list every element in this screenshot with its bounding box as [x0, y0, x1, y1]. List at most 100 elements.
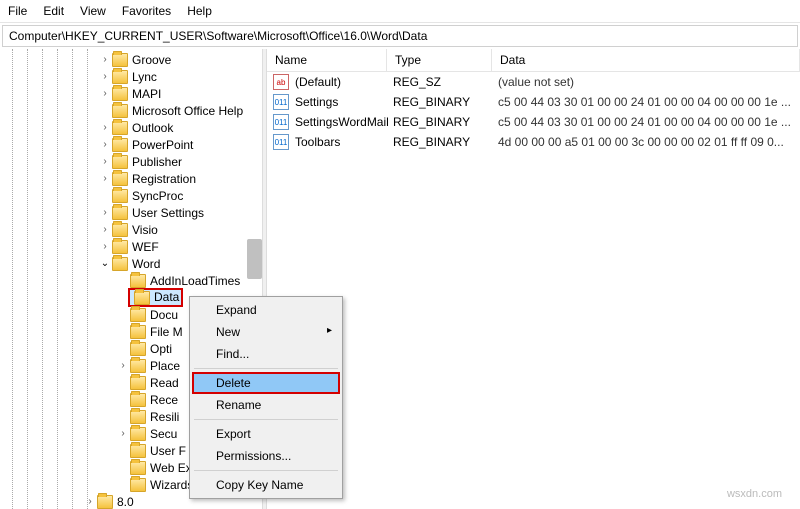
col-name[interactable]: Name — [267, 49, 387, 71]
tree-item-lync[interactable]: › Lync — [0, 68, 262, 85]
folder-icon — [112, 104, 128, 118]
folder-icon — [112, 155, 128, 169]
tree-label: Secu — [150, 427, 177, 441]
ctx-export[interactable]: Export — [192, 423, 340, 445]
tree-label: Resili — [150, 410, 179, 424]
tree-item-word[interactable]: ⌄ Word — [0, 255, 262, 272]
tree-label: Word — [132, 257, 160, 271]
folder-icon — [130, 444, 146, 458]
main-area: › Groove › Lync › MAPI Microsoft Office Hel… — [0, 49, 800, 509]
folder-icon — [130, 410, 146, 424]
tree-label: File M — [150, 325, 183, 339]
chevron-right-icon[interactable]: › — [118, 428, 128, 439]
chevron-right-icon[interactable]: › — [100, 71, 110, 82]
chevron-right-icon[interactable]: › — [100, 54, 110, 65]
folder-icon — [112, 240, 128, 254]
folder-icon — [112, 257, 128, 271]
chevron-right-icon[interactable]: › — [85, 496, 95, 507]
tree-item-publisher[interactable]: ›Publisher — [0, 153, 262, 170]
tree-label: Place — [150, 359, 180, 373]
folder-icon — [130, 274, 146, 288]
list-row[interactable]: 011SettingsREG_BINARYc5 00 44 03 30 01 0… — [267, 92, 800, 112]
ctx-delete[interactable]: Delete — [192, 372, 340, 394]
chevron-right-icon[interactable]: › — [100, 241, 110, 252]
col-data[interactable]: Data — [492, 49, 800, 71]
value-name: Settings — [295, 95, 393, 109]
tree-item-registration[interactable]: › Registration — [0, 170, 262, 187]
menu-favorites[interactable]: Favorites — [122, 4, 171, 18]
scrollbar-thumb[interactable] — [247, 239, 262, 279]
value-name: Toolbars — [295, 135, 393, 149]
tree-label: Groove — [132, 53, 171, 67]
folder-icon — [112, 87, 128, 101]
folder-icon — [112, 138, 128, 152]
separator — [194, 470, 338, 471]
tree-label: MAPI — [132, 87, 161, 101]
tree-item-groove[interactable]: › Groove — [0, 51, 262, 68]
ctx-copy-key-name[interactable]: Copy Key Name — [192, 474, 340, 496]
folder-icon — [112, 206, 128, 220]
tree-label-selected: Data — [154, 290, 179, 304]
tree-label: Opti — [150, 342, 172, 356]
ctx-new[interactable]: New▸ — [192, 321, 340, 343]
tree-item-powerpoint[interactable]: ›PowerPoint — [0, 136, 262, 153]
binary-value-icon: 011 — [273, 134, 289, 150]
menu-edit[interactable]: Edit — [43, 4, 64, 18]
chevron-right-icon[interactable]: › — [100, 156, 110, 167]
value-name: SettingsWordMail — [295, 115, 393, 129]
chevron-down-icon[interactable]: ⌄ — [100, 258, 110, 269]
tree-label: Lync — [132, 70, 157, 84]
folder-icon — [130, 393, 146, 407]
chevron-right-icon[interactable]: › — [100, 173, 110, 184]
ctx-expand[interactable]: Expand — [192, 299, 340, 321]
address-bar[interactable]: Computer\HKEY_CURRENT_USER\Software\Micr… — [2, 25, 798, 47]
folder-icon — [112, 53, 128, 67]
tree-label: Visio — [132, 223, 158, 237]
ctx-permissions[interactable]: Permissions... — [192, 445, 340, 467]
chevron-right-icon[interactable]: › — [100, 207, 110, 218]
value-data: 4d 00 00 00 a5 01 00 00 3c 00 00 00 02 0… — [498, 135, 800, 149]
tree-item-wef[interactable]: ›WEF — [0, 238, 262, 255]
ctx-find[interactable]: Find... — [192, 343, 340, 365]
tree-item-visio[interactable]: › Visio — [0, 221, 262, 238]
tree-item-outlook[interactable]: › Outlook — [0, 119, 262, 136]
list-row[interactable]: 011SettingsWordMailREG_BINARYc5 00 44 03… — [267, 112, 800, 132]
chevron-right-icon[interactable]: › — [100, 224, 110, 235]
tree-label: Read — [150, 376, 179, 390]
chevron-right-icon[interactable]: › — [100, 122, 110, 133]
chevron-right-icon[interactable]: › — [100, 139, 110, 150]
tree-label: 8.0 — [117, 495, 134, 509]
value-type: REG_BINARY — [393, 135, 498, 149]
chevron-right-icon[interactable]: › — [118, 360, 128, 371]
tree-item-syncproc[interactable]: SyncProc — [0, 187, 262, 204]
tree-item-addin[interactable]: AddInLoadTimes — [0, 272, 262, 289]
value-data: c5 00 44 03 30 01 00 00 24 01 00 00 04 0… — [498, 95, 800, 109]
list-row[interactable]: ab(Default)REG_SZ(value not set) — [267, 72, 800, 92]
tree-label: Wizards — [150, 478, 193, 492]
ctx-new-label: New — [216, 325, 240, 339]
col-type[interactable]: Type — [387, 49, 492, 71]
tree-label: AddInLoadTimes — [150, 274, 240, 288]
watermark: wsxdn.com — [727, 488, 782, 500]
menu-help[interactable]: Help — [187, 4, 212, 18]
list-row[interactable]: 011 ToolbarsREG_BINARY4d 00 00 00 a5 01 0… — [267, 132, 800, 152]
menu-view[interactable]: View — [80, 4, 106, 18]
ctx-rename[interactable]: Rename — [192, 394, 340, 416]
binary-value-icon: 011 — [273, 94, 289, 110]
folder-icon — [112, 223, 128, 237]
folder-icon — [130, 376, 146, 390]
separator — [194, 368, 338, 369]
tree-item-moh[interactable]: Microsoft Office Help — [0, 102, 262, 119]
tree-label: Outlook — [132, 121, 173, 135]
folder-icon — [130, 359, 146, 373]
tree-label: Registration — [132, 172, 196, 186]
context-menu: Expand New▸ Find... Delete Rename Export… — [189, 296, 343, 499]
tree-label: User F — [150, 444, 186, 458]
tree-item-mapi[interactable]: › MAPI — [0, 85, 262, 102]
tree-label: Microsoft Office Help — [132, 104, 243, 118]
value-data: (value not set) — [498, 75, 800, 89]
chevron-right-icon[interactable]: › — [100, 88, 110, 99]
tree-item-usersettings[interactable]: ›User Settings — [0, 204, 262, 221]
folder-icon — [112, 189, 128, 203]
menu-file[interactable]: File — [8, 4, 27, 18]
